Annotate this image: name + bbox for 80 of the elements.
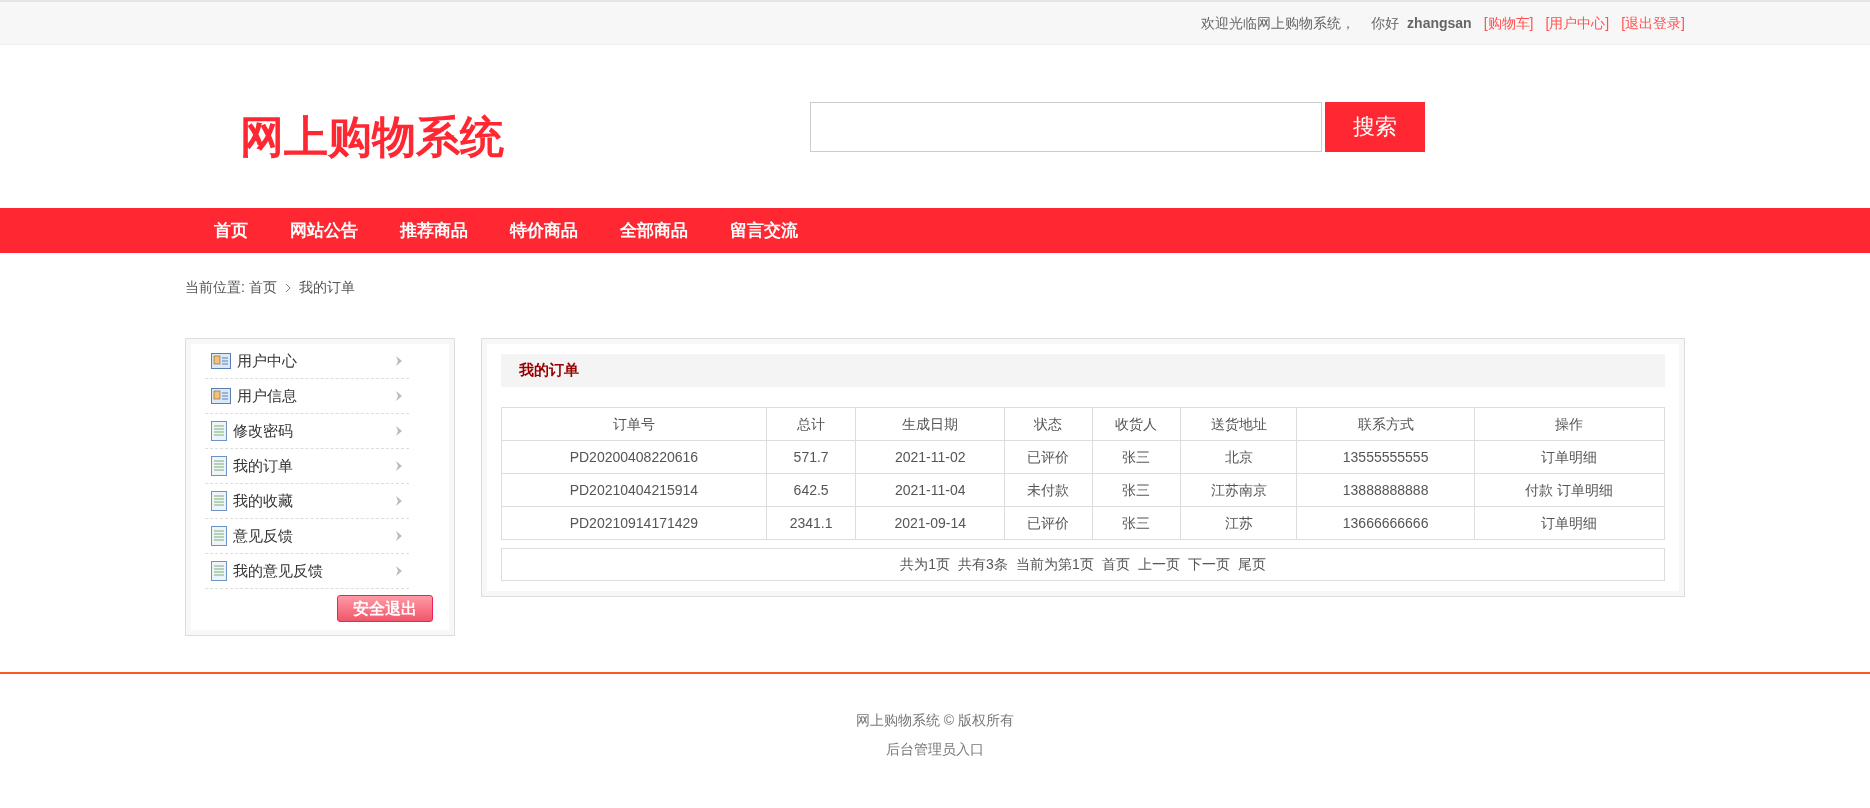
site-logo: 网上购物系统 — [240, 110, 505, 163]
sidebar-item[interactable]: 我的订单 — [205, 449, 409, 484]
panel-title: 我的订单 — [519, 360, 579, 381]
pagination-info: 共有3条 — [958, 555, 1008, 574]
pagination-link[interactable]: 下一页 — [1187, 554, 1230, 575]
pagination-info: 共为1页 — [900, 555, 951, 574]
welcome-text: 欢迎光临网上购物系统， — [1201, 13, 1356, 33]
table-cell: 已评价 — [1004, 440, 1093, 474]
nav-link[interactable]: 留言交流 — [711, 217, 817, 244]
chevron-icon — [395, 460, 403, 472]
table-cell: 未付款 — [1004, 473, 1093, 507]
chevron-icon — [395, 425, 403, 437]
column-header: 订单号 — [501, 407, 767, 441]
column-header: 送货地址 — [1180, 407, 1297, 441]
table-cell: PD20210404215914 — [501, 473, 767, 507]
chevron-icon — [395, 495, 403, 507]
table-cell: 江苏 — [1180, 506, 1297, 540]
table-cell: 2021-11-04 — [855, 473, 1005, 507]
table-cell: 北京 — [1180, 440, 1297, 474]
sidebar-item[interactable]: 我的意见反馈 — [205, 554, 409, 589]
document-icon — [211, 456, 227, 476]
nav-link[interactable]: 特价商品 — [491, 217, 597, 244]
pagination-link[interactable]: 首页 — [1101, 554, 1130, 575]
username-text: zhangsan — [1407, 13, 1472, 33]
greeting-text: 你好 — [1371, 13, 1400, 33]
table-cell: 13888888888 — [1297, 473, 1475, 507]
column-header: 状态 — [1004, 407, 1093, 441]
admin-link[interactable]: 后台管理员入口 — [886, 739, 984, 760]
pagination-link[interactable]: 上一页 — [1137, 554, 1180, 575]
document-icon — [211, 421, 227, 441]
column-header: 生成日期 — [855, 407, 1005, 441]
sidebar-item[interactable]: 用户信息 — [205, 379, 409, 414]
table-cell: 张三 — [1092, 440, 1181, 474]
copyright-text: 网上购物系统 © 版权所有 — [855, 711, 1015, 730]
id-card-icon — [211, 353, 231, 369]
column-header: 操作 — [1474, 407, 1665, 441]
table-cell: 江苏南京 — [1180, 473, 1297, 507]
action-link[interactable]: 订单明细 — [1541, 448, 1598, 465]
id-card-icon — [211, 388, 231, 404]
chevron-icon — [284, 282, 291, 293]
sidebar-item[interactable]: 修改密码 — [205, 414, 409, 449]
table-cell: PD20210914171429 — [501, 506, 767, 540]
nav-link[interactable]: 推荐商品 — [381, 217, 487, 244]
chevron-icon — [395, 530, 403, 542]
nav-link[interactable]: 首页 — [195, 217, 267, 244]
sidebar-item[interactable]: 意见反馈 — [205, 519, 409, 554]
pagination-info: 当前为第1页 — [1015, 555, 1094, 574]
table-cell: 2021-11-02 — [855, 440, 1005, 474]
sidebar-item[interactable]: 用户中心 — [205, 344, 409, 379]
breadcrumb-label: 当前位置: — [185, 278, 245, 297]
nav-link[interactable]: 全部商品 — [601, 217, 707, 244]
table-cell: 2341.1 — [766, 506, 856, 540]
table-cell: 642.5 — [766, 473, 856, 507]
table-cell: 张三 — [1092, 473, 1181, 507]
column-header: 联系方式 — [1297, 407, 1475, 441]
chevron-icon — [395, 355, 403, 367]
sidebar-item[interactable]: 我的收藏 — [205, 484, 409, 519]
breadcrumb-link[interactable]: 我的订单 — [298, 277, 355, 298]
document-icon — [211, 561, 227, 581]
breadcrumb-link[interactable]: 首页 — [248, 277, 277, 298]
action-link[interactable]: 付款 — [1525, 481, 1554, 498]
table-cell: 张三 — [1092, 506, 1181, 540]
action-link[interactable]: 订单明细 — [1541, 514, 1598, 531]
chevron-icon — [395, 565, 403, 577]
chevron-icon — [395, 390, 403, 402]
nav-link[interactable]: 网站公告 — [271, 217, 377, 244]
table-cell: 已评价 — [1004, 506, 1093, 540]
document-icon — [211, 491, 227, 511]
search-field[interactable] — [810, 101, 1322, 152]
column-header: 收货人 — [1092, 407, 1181, 441]
column-header: 总计 — [766, 407, 856, 441]
document-icon — [211, 526, 227, 546]
table-cell: 13666666666 — [1297, 506, 1475, 540]
table-cell: 13555555555 — [1297, 440, 1475, 474]
search-button[interactable]: 搜索 — [1325, 101, 1425, 152]
pagination-link[interactable]: 尾页 — [1237, 554, 1266, 575]
action-link[interactable]: 订单明细 — [1557, 481, 1614, 498]
table-cell: 571.7 — [766, 440, 856, 474]
table-cell: PD20200408220616 — [501, 440, 767, 474]
table-cell: 2021-09-14 — [855, 506, 1005, 540]
